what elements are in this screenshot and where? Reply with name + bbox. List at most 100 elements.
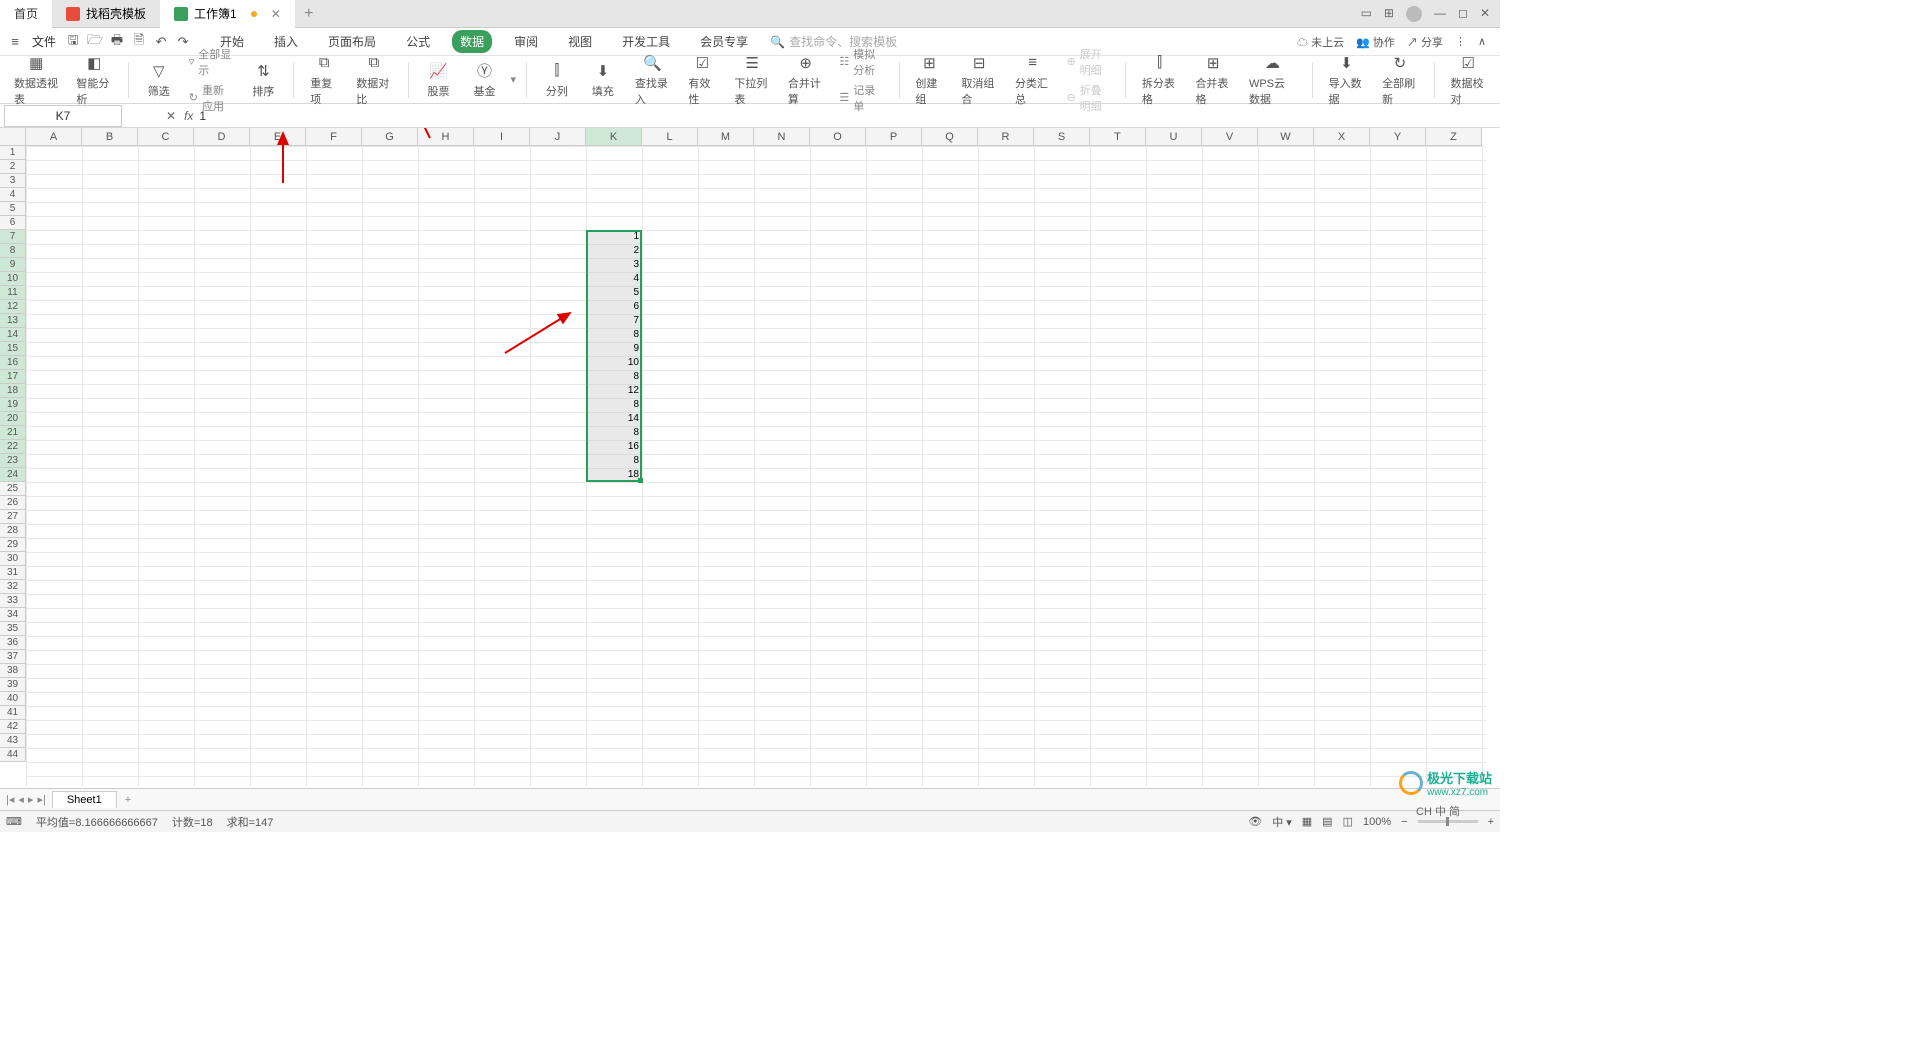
cloud-status[interactable]: ☁ 未上云 <box>1297 34 1344 50</box>
annotation-arrow-2 <box>395 128 445 143</box>
mergetbl-icon: ⊞ <box>1203 53 1223 73</box>
grid-lines <box>26 146 1486 786</box>
tab-add[interactable]: + <box>295 5 323 23</box>
share-button[interactable]: ↗ 分享 <box>1407 34 1443 50</box>
sheet-prev-icon[interactable]: ◂ <box>18 793 24 806</box>
fx-icon[interactable]: fx <box>184 109 193 123</box>
subtotal-button[interactable]: ≡分类汇总 <box>1009 51 1057 109</box>
fund-button[interactable]: Ⓨ基金 <box>465 59 505 101</box>
sheet-next-icon[interactable]: ▸ <box>28 793 34 806</box>
refreshall-icon: ↻ <box>1390 53 1410 73</box>
file-menu[interactable]: 文件 <box>28 33 60 50</box>
hamburger-icon[interactable]: ≡ <box>6 33 24 51</box>
close-icon[interactable]: ✕ <box>271 7 281 21</box>
sheet-last-icon[interactable]: ▸| <box>37 793 45 806</box>
unsaved-dot-icon <box>251 11 257 17</box>
mode-icon[interactable]: ⌨ <box>6 815 22 828</box>
consol-icon: ⊕ <box>796 53 816 73</box>
stock-button[interactable]: 📈股票 <box>419 59 459 101</box>
sort-icon: ⇅ <box>253 61 273 81</box>
open-icon[interactable]: 🗁 <box>86 33 104 51</box>
tab-templates[interactable]: 找稻壳模板 <box>52 0 160 28</box>
cancel-fx-icon[interactable]: ✕ <box>166 109 176 123</box>
more-icon[interactable]: ⋮ <box>1455 35 1466 48</box>
save-icon[interactable]: 🖫 <box>64 33 82 51</box>
dcheck-icon: ☑ <box>1458 53 1478 73</box>
apps-icon[interactable]: ⊞ <box>1384 6 1394 22</box>
name-box[interactable]: K7 <box>4 105 122 127</box>
fill-button[interactable]: ⬇填充 <box>583 59 623 101</box>
sheet-tab[interactable]: Sheet1 <box>52 791 117 808</box>
docer-icon <box>66 7 80 21</box>
menu-view[interactable]: 视图 <box>560 30 600 53</box>
undo-icon[interactable]: ↶ <box>152 33 170 51</box>
view-page-icon[interactable]: ▤ <box>1322 815 1332 828</box>
app-tab-bar: 首页 找稻壳模板 工作簿1✕ + ▭ ⊞ — ◻ ✕ <box>0 0 1500 28</box>
column-headers[interactable]: ABCDEFGHIJKLMNOPQRSTUVWXYZ <box>26 128 1482 146</box>
print-icon[interactable]: 🖶 <box>108 33 126 51</box>
import-button[interactable]: ⬇导入数据 <box>1323 51 1371 109</box>
annotation-arrow-1 <box>270 128 300 188</box>
maximize-button[interactable]: ◻ <box>1458 6 1468 22</box>
sim-button[interactable]: ☷模拟分析 <box>835 45 888 79</box>
row-headers[interactable]: 1234567891011121314151617181920212223242… <box>0 146 26 762</box>
search-icon: 🔍 <box>770 35 785 49</box>
status-bar: ⌨ 平均值=8.166666666667 计数=18 求和=147 👁 中 ▾ … <box>0 810 1500 832</box>
mergetbl-button[interactable]: ⊞合并表格 <box>1189 51 1237 109</box>
consol-button[interactable]: ⊕合并计算 <box>782 51 830 109</box>
stock-icon: 📈 <box>429 61 449 81</box>
user-icon[interactable] <box>1406 6 1422 22</box>
compare-button[interactable]: ⧉数据对比 <box>350 51 398 109</box>
fill-icon: ⬇ <box>593 61 613 81</box>
preview-icon[interactable]: 🗎 <box>130 33 148 51</box>
eye-icon[interactable]: 👁 <box>1248 815 1262 828</box>
ungroup-button[interactable]: ⊟取消组合 <box>955 51 1003 109</box>
funnel-icon: ▿ <box>189 55 195 68</box>
split-button[interactable]: ⫿分列 <box>537 59 577 101</box>
zoom-slider[interactable] <box>1418 820 1478 823</box>
menu-formula[interactable]: 公式 <box>398 30 438 53</box>
view-normal-icon[interactable]: ▦ <box>1302 815 1312 828</box>
zoom-level[interactable]: 100% <box>1363 816 1391 828</box>
zoom-in-icon[interactable]: + <box>1488 816 1494 828</box>
sheet-first-icon[interactable]: |◂ <box>6 793 14 806</box>
group-button[interactable]: ⊞创建组 <box>909 51 949 109</box>
add-sheet-button[interactable]: + <box>117 794 139 806</box>
fund-dropdown-icon[interactable]: ▾ <box>511 73 517 86</box>
coop-button[interactable]: 👥 协作 <box>1356 34 1395 50</box>
menu-review[interactable]: 审阅 <box>506 30 546 53</box>
close-button[interactable]: ✕ <box>1480 6 1490 22</box>
select-all-corner[interactable] <box>0 128 26 146</box>
splittbl-button[interactable]: ⫿拆分表格 <box>1136 51 1184 109</box>
valid-button[interactable]: ☑有效性 <box>682 51 722 109</box>
sort-button[interactable]: ⇅排序 <box>243 59 283 101</box>
menu-data[interactable]: 数据 <box>452 30 492 53</box>
cn-icon[interactable]: 中 ▾ <box>1272 814 1292 830</box>
split-icon: ⫿ <box>547 61 567 81</box>
tab-home[interactable]: 首页 <box>0 0 52 28</box>
expand-button[interactable]: ⊕展开明细 <box>1062 45 1115 79</box>
showall-button[interactable]: ▿全部显示 <box>185 45 238 79</box>
smart-button[interactable]: ◧智能分析 <box>70 51 118 109</box>
dup-button[interactable]: ⧉重复项 <box>304 51 344 109</box>
minimize-button[interactable]: — <box>1434 6 1446 22</box>
zoom-out-icon[interactable]: − <box>1401 816 1407 828</box>
menu-insert[interactable]: 插入 <box>266 30 306 53</box>
dup-icon: ⧉ <box>314 53 334 73</box>
collapse-ribbon-icon[interactable]: ∧ <box>1478 35 1486 48</box>
filter-button[interactable]: ▽筛选 <box>139 59 179 101</box>
expand-icon: ⊕ <box>1066 55 1075 68</box>
dropdown-icon: ☰ <box>742 53 762 73</box>
fund-icon: Ⓨ <box>475 61 495 81</box>
dcheck-button[interactable]: ☑数据校对 <box>1444 51 1492 109</box>
wpscloud-button[interactable]: ☁WPS云数据 <box>1243 51 1302 109</box>
lookup-button[interactable]: 🔍查找录入 <box>629 51 677 109</box>
pivot-button[interactable]: ▦数据透视表 <box>8 51 64 109</box>
tab-workbook[interactable]: 工作簿1✕ <box>160 0 295 28</box>
grid[interactable]: ABCDEFGHIJKLMNOPQRSTUVWXYZ 1234567891011… <box>0 128 1500 788</box>
layout-icon[interactable]: ▭ <box>1361 6 1372 22</box>
refresh-button[interactable]: ↻全部刷新 <box>1376 51 1424 109</box>
dropdown-button[interactable]: ☰下拉列表 <box>728 51 776 109</box>
view-break-icon[interactable]: ◫ <box>1343 815 1353 828</box>
formula-input[interactable]: 1 <box>193 109 1500 123</box>
